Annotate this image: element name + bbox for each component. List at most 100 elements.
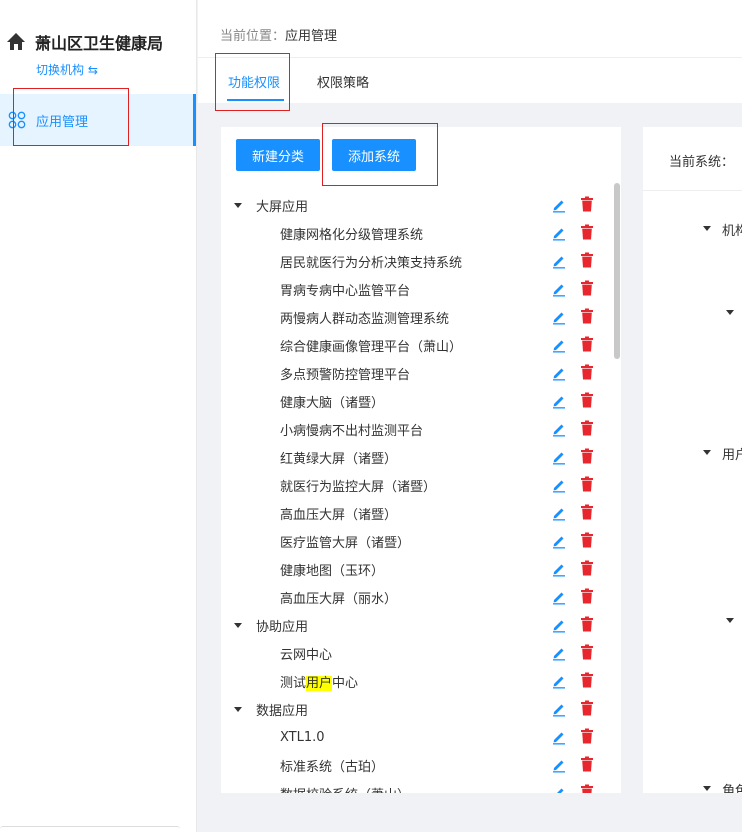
breadcrumb: 当前位置： 应用管理 <box>198 12 742 58</box>
tree-node-label: 健康大脑（诸暨） <box>280 395 385 411</box>
edit-icon[interactable] <box>551 533 567 549</box>
edit-icon[interactable] <box>551 421 567 437</box>
tree-item[interactable]: XTL1.0 <box>221 723 613 751</box>
edit-icon[interactable] <box>551 645 567 661</box>
section-label: 用户 <box>722 448 742 463</box>
switch-org-link[interactable]: 切换机构 ⇆ <box>36 61 98 78</box>
edit-icon[interactable] <box>551 589 567 605</box>
caret-down-icon[interactable] <box>726 310 734 315</box>
delete-icon[interactable] <box>580 756 594 772</box>
delete-icon[interactable] <box>580 560 594 576</box>
delete-icon[interactable] <box>580 476 594 492</box>
tree-node-label: 小病慢病不出村监测平台 <box>280 423 424 439</box>
delete-icon[interactable] <box>580 280 594 296</box>
delete-icon[interactable] <box>580 644 594 660</box>
tree-item[interactable]: 多点预警防控管理平台 <box>221 359 613 387</box>
caret-down-icon[interactable] <box>703 786 711 791</box>
permission-detail-panel: 当前系统： 机构 用户 角色 <box>643 127 742 793</box>
delete-icon[interactable] <box>580 728 594 744</box>
delete-icon[interactable] <box>580 336 594 352</box>
tree-item[interactable]: 居民就医行为分析决策支持系统 <box>221 247 613 275</box>
tree-item[interactable]: 健康网格化分级管理系统 <box>221 219 613 247</box>
tree-item[interactable]: 标准系统（古珀） <box>221 751 613 779</box>
tree-item[interactable]: 两慢病人群动态监测管理系统 <box>221 303 613 331</box>
edit-icon[interactable] <box>551 477 567 493</box>
tree-item[interactable]: 高血压大屏（诸暨） <box>221 499 613 527</box>
new-category-button[interactable]: 新建分类 <box>236 139 321 171</box>
tree-item[interactable]: 数据校验系统（萧山） <box>221 779 613 793</box>
scrollbar[interactable] <box>614 183 620 359</box>
add-system-button[interactable]: 添加系统 <box>332 139 417 171</box>
label-part: 测试 <box>280 675 307 691</box>
tree-category[interactable]: 大屏应用 <box>221 191 613 219</box>
tree-item[interactable]: 测试用户中心 <box>221 667 613 695</box>
caret-down-icon[interactable] <box>726 618 734 623</box>
delete-icon[interactable] <box>580 420 594 436</box>
caret-down-icon[interactable] <box>703 450 711 455</box>
tree-node-label: 医疗监管大屏（诸暨） <box>280 535 411 551</box>
tree-item[interactable]: 就医行为监控大屏（诸暨） <box>221 471 613 499</box>
tree-node-label: 两慢病人群动态监测管理系统 <box>280 311 450 327</box>
delete-icon[interactable] <box>580 588 594 604</box>
caret-down-icon[interactable] <box>234 202 242 208</box>
edit-icon[interactable] <box>551 197 567 213</box>
delete-icon[interactable] <box>580 364 594 380</box>
tree-node-label: 居民就医行为分析决策支持系统 <box>280 255 463 271</box>
delete-icon[interactable] <box>580 672 594 688</box>
edit-icon[interactable] <box>551 785 567 793</box>
edit-icon[interactable] <box>551 617 567 633</box>
tree-item[interactable]: 胃病专病中心监管平台 <box>221 275 613 303</box>
delete-icon[interactable] <box>580 196 594 212</box>
tree-item[interactable]: 健康地图（玉环） <box>221 555 613 583</box>
edit-icon[interactable] <box>551 729 567 745</box>
sidebar-item-app-management[interactable]: 应用管理 <box>0 94 196 146</box>
tree-node-label: XTL1.0 <box>280 729 325 745</box>
tree-item[interactable]: 医疗监管大屏（诸暨） <box>221 527 613 555</box>
tab-permission-policy[interactable]: 权限策略 <box>317 72 369 91</box>
search-highlight: 用户 <box>306 675 333 691</box>
home-icon[interactable] <box>6 32 26 52</box>
tree-item[interactable]: 高血压大屏（丽水） <box>221 583 613 611</box>
tree-category[interactable]: 协助应用 <box>221 611 613 639</box>
tree-category[interactable]: 数据应用 <box>221 695 613 723</box>
delete-icon[interactable] <box>580 616 594 632</box>
edit-icon[interactable] <box>551 225 567 241</box>
grid-icon <box>8 111 26 129</box>
delete-icon[interactable] <box>580 784 594 793</box>
edit-icon[interactable] <box>551 337 567 353</box>
edit-icon[interactable] <box>551 757 567 773</box>
tree-item[interactable]: 健康大脑（诸暨） <box>221 387 613 415</box>
tree-item[interactable]: 综合健康画像管理平台（萧山） <box>221 331 613 359</box>
delete-icon[interactable] <box>580 252 594 268</box>
edit-icon[interactable] <box>551 449 567 465</box>
tree-node-label: 红黄绿大屏（诸暨） <box>280 451 398 467</box>
edit-icon[interactable] <box>551 309 567 325</box>
delete-icon[interactable] <box>580 504 594 520</box>
sidebar: 萧山区卫生健康局 切换机构 ⇆ 应用管理 <box>0 0 197 832</box>
edit-icon[interactable] <box>551 393 567 409</box>
tree-item[interactable]: 云网中心 <box>221 639 613 667</box>
edit-icon[interactable] <box>551 505 567 521</box>
delete-icon[interactable] <box>580 532 594 548</box>
edit-icon[interactable] <box>551 673 567 689</box>
tree-node-label: 高血压大屏（诸暨） <box>280 507 398 523</box>
sidebar-bottom-bar <box>0 826 180 832</box>
tree-node-label: 健康地图（玉环） <box>280 563 385 579</box>
edit-icon[interactable] <box>551 701 567 717</box>
tree-item[interactable]: 小病慢病不出村监测平台 <box>221 415 613 443</box>
delete-icon[interactable] <box>580 392 594 408</box>
delete-icon[interactable] <box>580 700 594 716</box>
tab-function-permissions[interactable]: 功能权限 <box>228 72 280 91</box>
tree-node-label: 大屏应用 <box>256 199 309 215</box>
edit-icon[interactable] <box>551 365 567 381</box>
caret-down-icon[interactable] <box>703 226 711 231</box>
delete-icon[interactable] <box>580 308 594 324</box>
delete-icon[interactable] <box>580 448 594 464</box>
delete-icon[interactable] <box>580 224 594 240</box>
edit-icon[interactable] <box>551 253 567 269</box>
edit-icon[interactable] <box>551 561 567 577</box>
caret-down-icon[interactable] <box>234 622 242 628</box>
caret-down-icon[interactable] <box>234 706 242 712</box>
edit-icon[interactable] <box>551 281 567 297</box>
tree-item[interactable]: 红黄绿大屏（诸暨） <box>221 443 613 471</box>
